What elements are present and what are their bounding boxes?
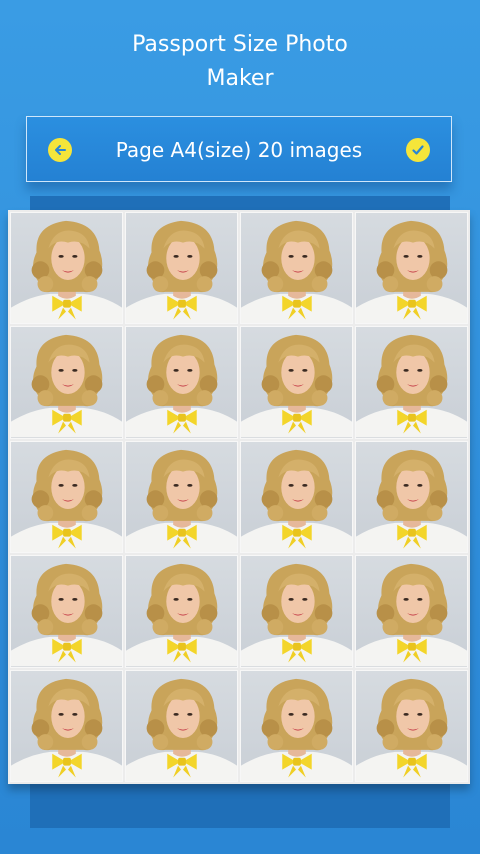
portrait-image bbox=[356, 564, 467, 667]
portrait-image bbox=[356, 335, 467, 438]
passport-photo[interactable] bbox=[10, 555, 123, 668]
passport-photo[interactable] bbox=[10, 326, 123, 439]
page-size-label: Page A4(size) 20 images bbox=[115, 138, 363, 162]
passport-photo[interactable] bbox=[125, 669, 238, 782]
back-button[interactable] bbox=[48, 138, 72, 162]
passport-photo[interactable] bbox=[125, 440, 238, 554]
portrait-image bbox=[11, 564, 122, 667]
portrait-image bbox=[356, 449, 467, 553]
app-title-line2: Maker bbox=[206, 66, 274, 91]
portrait-image bbox=[11, 449, 122, 553]
portrait-image bbox=[126, 449, 237, 553]
passport-photo[interactable] bbox=[355, 440, 468, 554]
passport-photo[interactable] bbox=[355, 555, 468, 668]
arrow-left-icon bbox=[55, 145, 66, 155]
check-icon bbox=[412, 145, 424, 155]
portrait-image bbox=[11, 335, 122, 438]
passport-photo[interactable] bbox=[10, 669, 123, 782]
portrait-image bbox=[356, 678, 467, 781]
a4-photo-sheet bbox=[8, 210, 470, 784]
portrait-image bbox=[241, 678, 352, 781]
portrait-image bbox=[11, 678, 122, 781]
portrait-image bbox=[126, 564, 237, 667]
portrait-image bbox=[126, 220, 237, 324]
passport-photo[interactable] bbox=[240, 326, 353, 439]
portrait-image bbox=[241, 564, 352, 667]
passport-photo[interactable] bbox=[10, 212, 123, 325]
passport-photo[interactable] bbox=[125, 212, 238, 325]
portrait-image bbox=[11, 220, 122, 324]
app-title-line1: Passport Size Photo bbox=[132, 32, 348, 57]
passport-photo[interactable] bbox=[240, 669, 353, 782]
passport-photo[interactable] bbox=[125, 326, 238, 439]
passport-photo[interactable] bbox=[355, 669, 468, 782]
passport-photo[interactable] bbox=[355, 326, 468, 439]
confirm-button[interactable] bbox=[406, 138, 430, 162]
portrait-image bbox=[126, 335, 237, 438]
passport-photo[interactable] bbox=[125, 555, 238, 668]
portrait-image bbox=[241, 220, 352, 324]
page-size-toolbar: Page A4(size) 20 images bbox=[26, 116, 452, 182]
portrait-image bbox=[241, 335, 352, 438]
app-title: Passport Size Photo Maker bbox=[0, 28, 480, 96]
passport-photo[interactable] bbox=[355, 212, 468, 325]
portrait-image bbox=[241, 449, 352, 553]
passport-photo[interactable] bbox=[10, 440, 123, 554]
passport-photo[interactable] bbox=[240, 555, 353, 668]
passport-photo[interactable] bbox=[240, 440, 353, 554]
portrait-image bbox=[126, 678, 237, 781]
passport-photo[interactable] bbox=[240, 212, 353, 325]
portrait-image bbox=[356, 220, 467, 324]
